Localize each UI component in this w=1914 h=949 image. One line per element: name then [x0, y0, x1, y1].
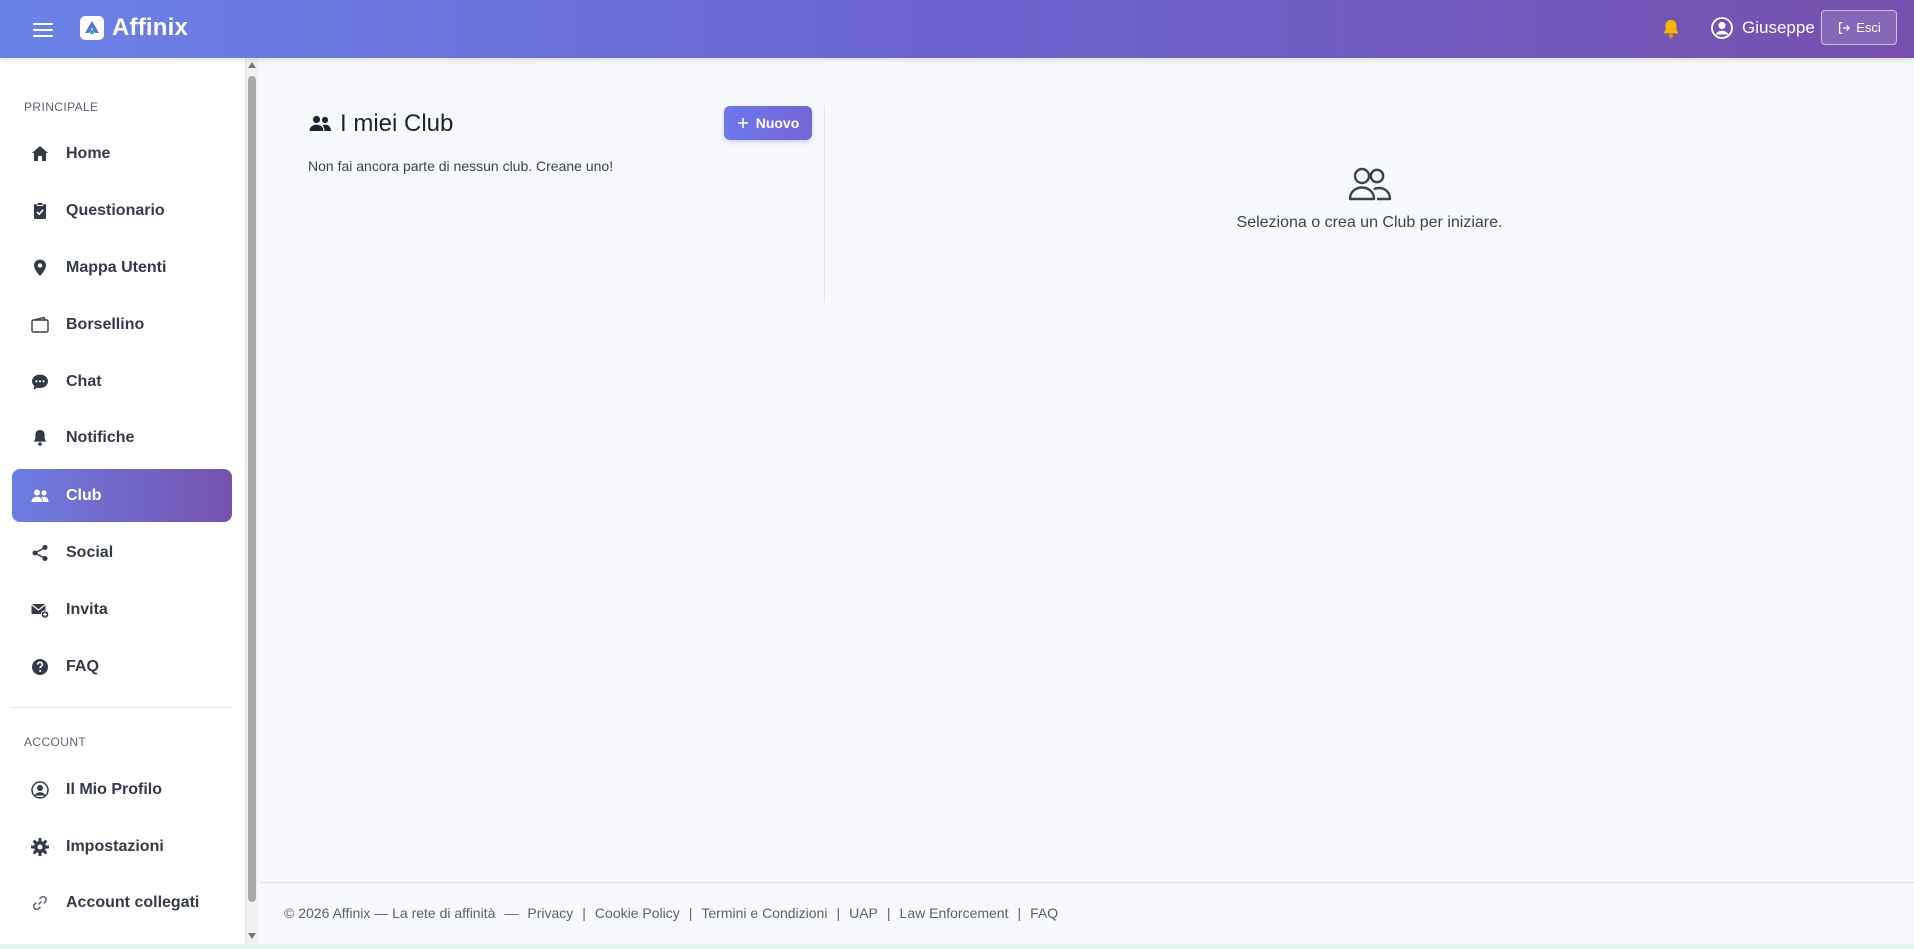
scroll-down-arrow-icon[interactable] [248, 933, 256, 939]
sidebar-item-label: Questionario [66, 201, 165, 219]
sidebar-item-label: Notifiche [66, 428, 135, 446]
envelope-plus-icon [31, 603, 50, 619]
sidebar-item-label: Il Mio Profilo [66, 780, 162, 798]
sidebar-item-notifiche[interactable]: Notifiche [12, 411, 232, 464]
brand-logo-icon [80, 16, 104, 40]
sidebar-item-mappa-utenti[interactable]: Mappa Utenti [12, 241, 232, 294]
sidebar-item-borsellino[interactable]: Borsellino [12, 298, 232, 351]
sidebar-section-account: ACCOUNT [24, 735, 87, 749]
new-club-button[interactable]: Nuovo [724, 106, 812, 140]
share-icon [32, 544, 48, 561]
sidebar-item-invita[interactable]: Invita [12, 583, 232, 636]
footer-link-cookie-policy[interactable]: Cookie Policy [595, 905, 680, 921]
people-outline-icon [1348, 167, 1391, 201]
brand-link[interactable]: Affinix [80, 14, 188, 42]
sidebar-item-questionario[interactable]: Questionario [12, 184, 232, 237]
footer: © 2026 Affinix — La rete di affinità — P… [260, 882, 1914, 949]
question-circle-icon [32, 658, 48, 675]
sidebar-item-label: Account collegati [66, 893, 200, 911]
sidebar-item-profilo[interactable]: Il Mio Profilo [12, 763, 232, 816]
user-menu[interactable]: Giuseppe [1710, 16, 1815, 40]
placeholder-message: Seleziona o crea un Club per iniziare. [1236, 214, 1503, 231]
footer-separator: | [582, 905, 586, 921]
footer-link-termini[interactable]: Termini e Condizioni [701, 905, 827, 921]
sidebar-item-label: Impostazioni [66, 837, 164, 855]
sidebar-item-account-collegati[interactable]: Account collegati [12, 876, 232, 929]
new-club-label: Nuovo [755, 115, 800, 131]
sidebar-section-principale: PRINCIPALE [24, 100, 99, 114]
sidebar-item-label: Borsellino [66, 315, 145, 333]
sidebar-item-label: Mappa Utenti [66, 258, 167, 276]
clipboard-check-icon [34, 201, 46, 219]
sidebar-item-club[interactable]: Club [12, 469, 232, 522]
scroll-up-arrow-icon[interactable] [248, 62, 256, 68]
footer-link-privacy[interactable]: Privacy [527, 905, 573, 921]
clubs-heading: I miei Club [308, 110, 453, 138]
clubs-title: I miei Club [340, 110, 454, 137]
main-content: I miei Club Nuovo Non fai ancora parte d… [260, 58, 1914, 882]
footer-link-uap[interactable]: UAP [849, 905, 878, 921]
top-navbar: Affinix Giuseppe Esci [0, 0, 1914, 58]
footer-separator: | [1017, 905, 1022, 921]
sidebar-item-impostazioni[interactable]: Impostazioni [12, 820, 232, 873]
bottom-strip [0, 944, 1914, 949]
wallet-icon [31, 316, 49, 333]
club-detail-placeholder: Seleziona o crea un Club per iniziare. [825, 166, 1914, 232]
people-icon [31, 489, 49, 502]
notification-bell-icon[interactable] [1659, 17, 1683, 41]
logout-button[interactable]: Esci [1821, 10, 1897, 45]
empty-clubs-message: Non fai ancora parte di nessun club. Cre… [308, 158, 614, 174]
people-icon [309, 115, 331, 131]
footer-separator: | [688, 905, 693, 921]
logout-label: Esci [1856, 20, 1881, 35]
footer-dash: — [504, 905, 519, 921]
footer-link-faq[interactable]: FAQ [1030, 905, 1058, 921]
chat-icon [32, 374, 48, 389]
plus-icon [737, 118, 748, 128]
sidebar-item-faq[interactable]: FAQ [12, 640, 232, 693]
menu-toggle-icon[interactable] [33, 20, 53, 38]
sidebar-divider [12, 707, 232, 708]
sidebar-item-home[interactable]: Home [12, 127, 232, 180]
sidebar-item-label: Social [66, 543, 114, 561]
map-pin-icon [34, 259, 46, 276]
sidebar-item-label: FAQ [66, 657, 99, 675]
sidebar-item-label: Chat [66, 372, 102, 390]
link-icon [33, 895, 47, 910]
sidebar-scrollbar[interactable] [246, 58, 258, 949]
sidebar-item-label: Club [66, 486, 102, 504]
logout-icon [1839, 21, 1851, 34]
person-circle-icon [31, 780, 49, 799]
sidebar-item-label: Invita [66, 600, 108, 618]
sidebar: PRINCIPALE Home Questionario Mappa Utent… [0, 58, 246, 949]
footer-separator: | [886, 905, 891, 921]
scroll-thumb[interactable] [248, 76, 256, 902]
gear-icon [31, 837, 49, 856]
footer-link-law-enforcement[interactable]: Law Enforcement [900, 905, 1009, 921]
user-circle-icon [1711, 17, 1733, 39]
footer-separator: | [836, 905, 841, 921]
footer-copyright: © 2026 Affinix — La rete di affinità [284, 905, 496, 921]
sidebar-item-social[interactable]: Social [12, 526, 232, 579]
user-name: Giuseppe [1742, 18, 1815, 37]
bell-icon [33, 429, 47, 446]
brand-name: Affinix [112, 14, 189, 41]
home-icon [32, 145, 48, 161]
sidebar-item-label: Home [66, 144, 111, 162]
sidebar-item-chat[interactable]: Chat [12, 355, 232, 408]
